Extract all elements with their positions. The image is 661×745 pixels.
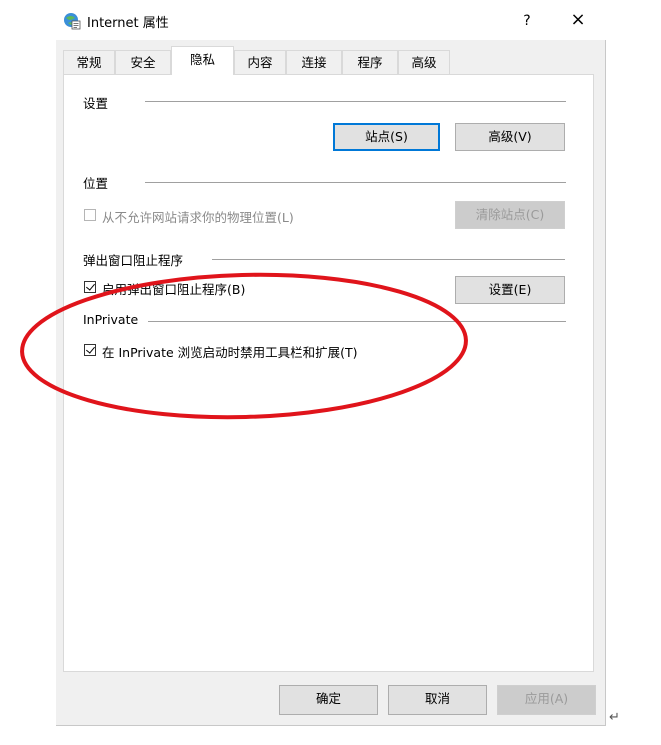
annotation-ellipse — [20, 272, 468, 420]
tab-privacy[interactable]: 隐私 — [171, 46, 234, 75]
ok-button[interactable]: 确定 — [279, 685, 378, 715]
apply-button[interactable]: 应用(A) — [497, 685, 596, 715]
cancel-button[interactable]: 取消 — [388, 685, 487, 715]
